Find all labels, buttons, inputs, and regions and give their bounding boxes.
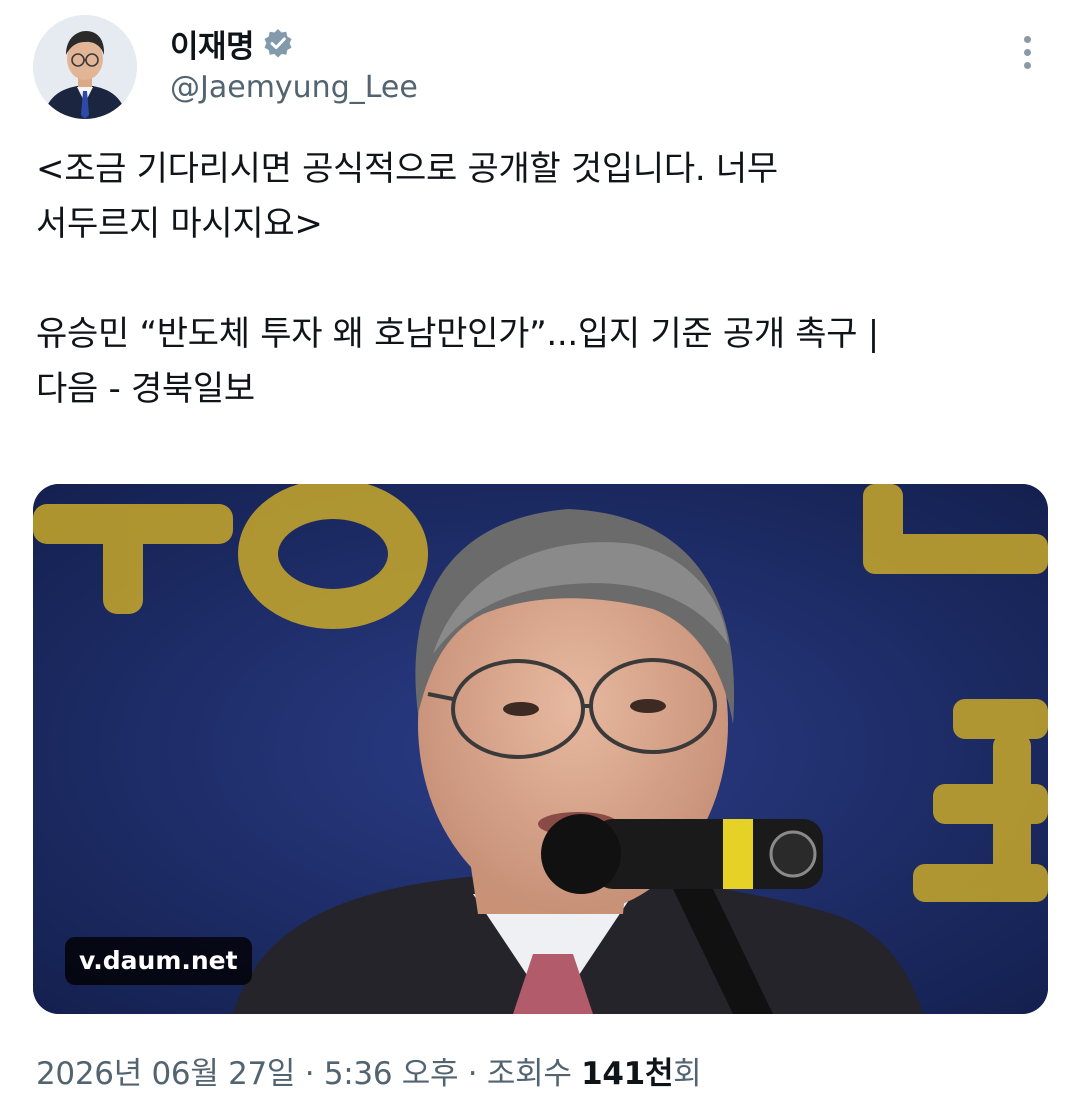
tweet-date[interactable]: 2026년 06월 27일 [36,1056,295,1092]
card-domain-badge: v.daum.net [65,937,252,985]
meta-separator: · [295,1056,324,1092]
more-vertical-icon[interactable] [1010,36,1044,80]
tweet-time[interactable]: 5:36 오후 [324,1056,459,1092]
tweet-text: <조금 기다리시면 공식적으로 공개할 것입니다. 너무 서두르지 마시지요> … [36,142,1046,417]
tweet-line: 다음 - 경북일보 [36,369,255,409]
display-name[interactable]: 이재명 [170,21,255,66]
avatar[interactable] [33,15,137,119]
link-card[interactable]: v.daum.net [33,484,1048,1014]
meta-separator: · [458,1056,487,1092]
tweet-line: 서두르지 마시지요> [36,204,323,244]
tweet-header: 이재명 @Jaemyung_Lee [0,0,1080,130]
tweet-meta: 2026년 06월 27일 · 5:36 오후 · 조회수 141천회 [36,1048,702,1093]
views-label: 조회수 [486,1056,582,1092]
views-suffix: 회 [673,1056,702,1092]
views-count: 141천 [581,1056,674,1092]
tweet-line: <조금 기다리시면 공식적으로 공개할 것입니다. 너무 [36,149,778,189]
verified-badge-icon [262,27,294,59]
name-row: 이재명 [170,20,294,66]
tweet-line: 유승민 “반도체 투자 왜 호남만인가”...입지 기준 공개 촉구 | [36,314,879,354]
card-image [33,484,1048,1014]
user-handle[interactable]: @Jaemyung_Lee [170,70,418,105]
